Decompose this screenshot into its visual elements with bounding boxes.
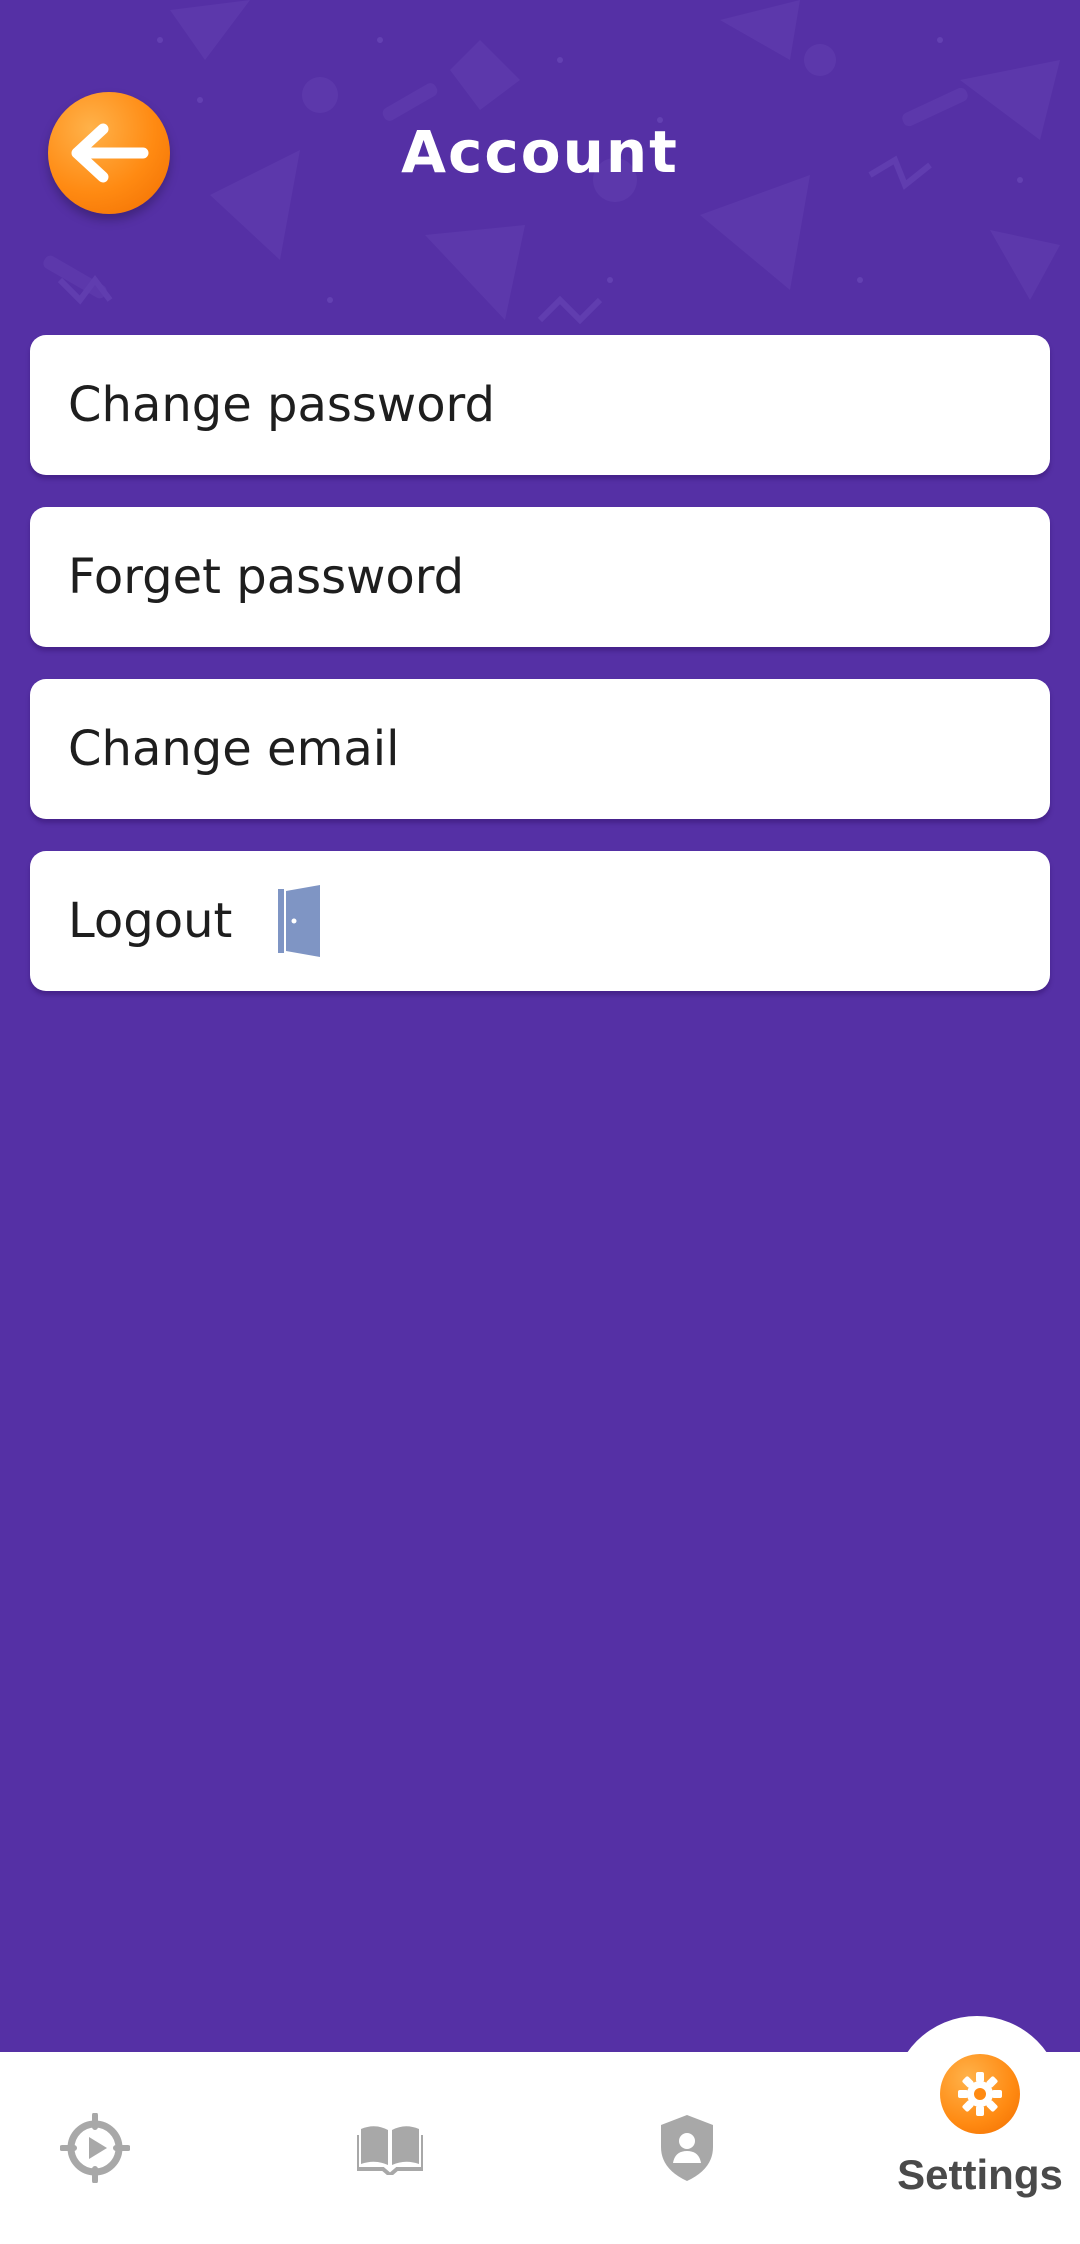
change-email-label: Change email — [68, 721, 400, 777]
account-menu: Change password Forget password Change e… — [30, 335, 1050, 1023]
nav-item-play[interactable] — [40, 2052, 150, 2244]
logout-label: Logout — [68, 893, 233, 949]
change-password-label: Change password — [68, 377, 495, 433]
settings-icon-badge — [940, 2054, 1020, 2134]
logout-button[interactable]: Logout — [30, 851, 1050, 991]
page-title: Account — [401, 118, 679, 186]
header: Account — [0, 0, 1080, 300]
play-target-icon — [60, 2113, 130, 2183]
change-email-button[interactable]: Change email — [30, 679, 1050, 819]
shield-user-icon — [661, 2115, 713, 2181]
gear-icon — [958, 2072, 1002, 2116]
nav-item-settings[interactable]: Settings — [890, 2052, 1070, 2244]
nav-item-book[interactable] — [335, 2052, 445, 2244]
settings-label: Settings — [897, 2151, 1063, 2198]
door-icon — [276, 885, 322, 957]
change-password-button[interactable]: Change password — [30, 335, 1050, 475]
forget-password-button[interactable]: Forget password — [30, 507, 1050, 647]
book-icon — [357, 2126, 423, 2175]
forget-password-label: Forget password — [68, 549, 465, 605]
nav-item-profile[interactable] — [632, 2052, 742, 2244]
